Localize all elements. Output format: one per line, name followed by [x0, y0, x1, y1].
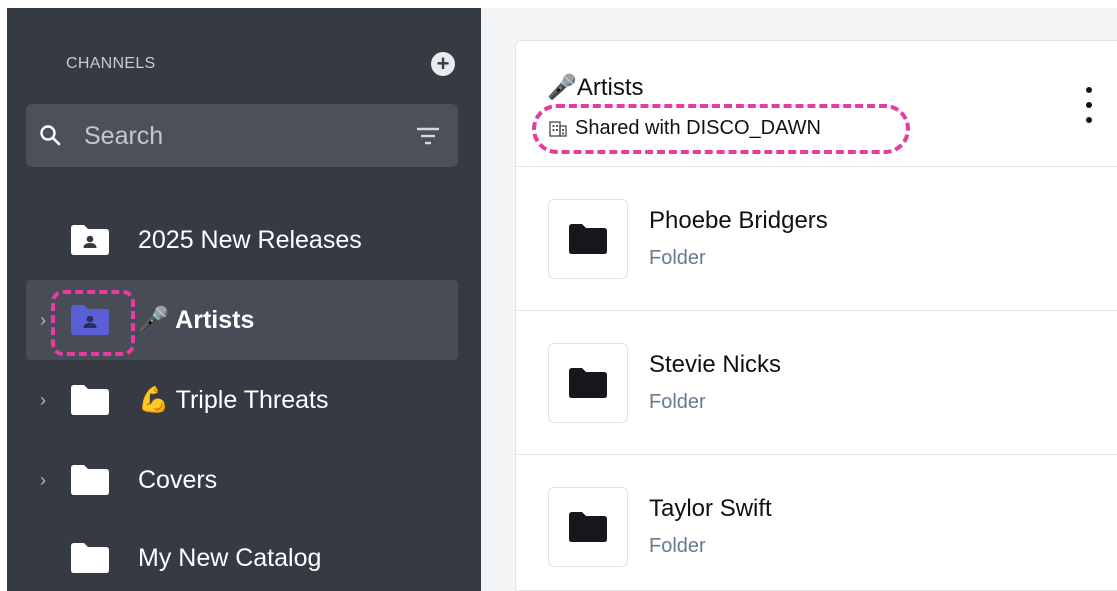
flexed-biceps-emoji: 💪: [138, 385, 170, 414]
microphone-emoji: 🎤: [547, 74, 577, 101]
item-name: Phoebe Bridgers: [649, 207, 828, 234]
sidebar-item-label: Covers: [138, 465, 218, 494]
item-type: Folder: [649, 535, 706, 557]
microphone-emoji: 🎤: [138, 305, 170, 334]
main-panel: 🎤Artists Shared with DISCO_DAWN Phoebe B…: [481, 8, 1117, 591]
person-folder-icon: [71, 305, 109, 335]
sidebar-item-triple-threats[interactable]: › 💪 Triple Threats: [26, 360, 458, 440]
sidebar-item-artists-label: Artists: [175, 305, 255, 334]
chevron-right-icon[interactable]: ›: [40, 470, 54, 491]
sidebar-item-2025-new-releases[interactable]: 2025 New Releases: [26, 200, 458, 280]
person-folder-icon: [71, 225, 109, 255]
folder-thumbnail: [548, 487, 628, 567]
sidebar-item-my-new-catalog[interactable]: My New Catalog: [26, 518, 458, 591]
kebab-dot-icon: [1086, 102, 1092, 108]
channels-header: CHANNELS +: [66, 52, 455, 76]
sidebar-item-artists[interactable]: › 🎤 Artists: [26, 280, 458, 360]
sidebar-item-triple-threats-label: Triple Threats: [175, 385, 329, 414]
kebab-dot-icon: [1086, 117, 1092, 123]
folder-icon: [71, 543, 109, 573]
search-box[interactable]: [26, 104, 458, 167]
folder-icon: [569, 224, 607, 254]
sidebar-item-label: 2025 New Releases: [138, 225, 362, 254]
list-item[interactable]: Stevie Nicks Folder: [516, 311, 1117, 455]
sidebar-item-label: 🎤 Artists: [138, 306, 254, 335]
search-icon: [40, 125, 61, 146]
search-input[interactable]: [84, 118, 394, 154]
sidebar-item-label: My New Catalog: [138, 543, 322, 572]
page-title-text: Artists: [576, 74, 644, 101]
item-type: Folder: [649, 391, 706, 413]
folder-icon: [71, 385, 109, 415]
filter-icon[interactable]: [416, 126, 440, 146]
item-name: Stevie Nicks: [649, 351, 782, 378]
chevron-right-icon[interactable]: ›: [40, 390, 54, 411]
list-item[interactable]: Phoebe Bridgers Folder: [516, 167, 1117, 311]
add-channel-button[interactable]: +: [431, 52, 455, 76]
sidebar-item-label: 💪 Triple Threats: [138, 386, 328, 415]
folder-icon: [569, 512, 607, 542]
item-name: Taylor Swift: [649, 495, 772, 522]
folder-thumbnail: [548, 199, 628, 279]
folder-card: 🎤Artists Shared with DISCO_DAWN Phoebe B…: [515, 40, 1117, 591]
building-icon: [549, 120, 567, 137]
item-type: Folder: [649, 247, 706, 269]
chevron-right-icon[interactable]: ›: [40, 310, 54, 331]
more-options-button[interactable]: [1083, 87, 1095, 123]
channels-title: CHANNELS: [66, 55, 156, 72]
sidebar-item-covers[interactable]: › Covers: [26, 440, 458, 520]
card-header: 🎤Artists Shared with DISCO_DAWN: [516, 41, 1117, 167]
folder-thumbnail: [548, 343, 628, 423]
shared-with-label: Shared with DISCO_DAWN: [549, 117, 821, 140]
folder-icon: [569, 368, 607, 398]
shared-with-text: Shared with DISCO_DAWN: [575, 117, 821, 139]
channels-sidebar: CHANNELS + 2025 New Releases ›: [7, 8, 481, 591]
plus-circle-icon: +: [436, 51, 450, 76]
page-title: 🎤Artists: [547, 73, 644, 102]
folder-icon: [71, 465, 109, 495]
list-item[interactable]: Taylor Swift Folder: [516, 455, 1117, 590]
kebab-dot-icon: [1086, 87, 1092, 93]
